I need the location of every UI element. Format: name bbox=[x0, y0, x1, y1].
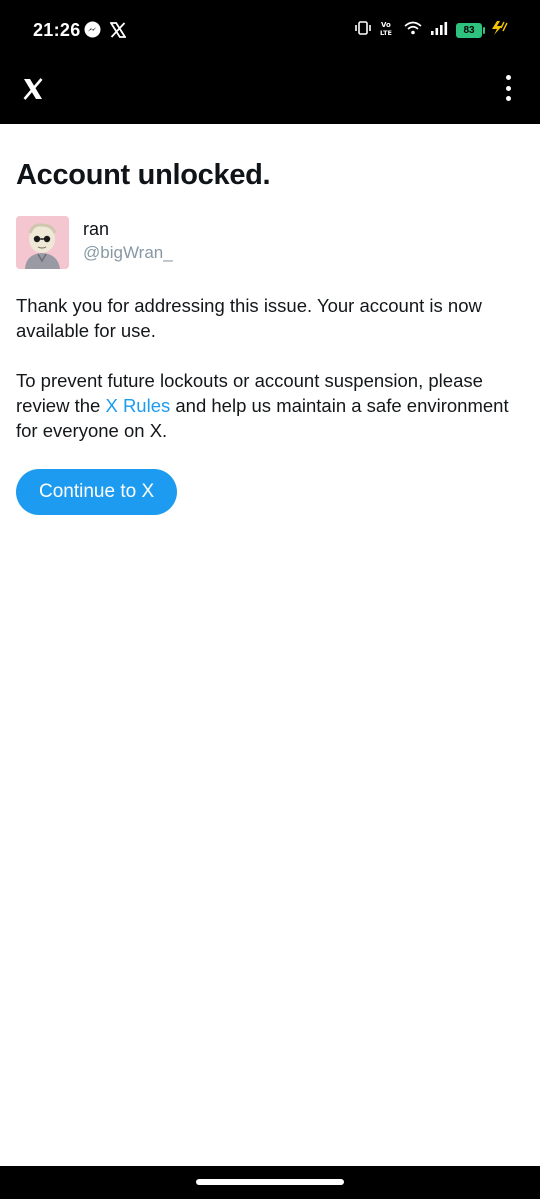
wifi-icon bbox=[404, 21, 422, 40]
messenger-icon bbox=[84, 21, 101, 43]
user-card: ran @bigWran_ bbox=[16, 216, 524, 269]
continue-button[interactable]: Continue to X bbox=[16, 469, 178, 515]
user-names: ran @bigWran_ bbox=[83, 216, 173, 264]
status-bar: 21:26 Vo LTE 83 bbox=[0, 0, 540, 62]
user-handle: @bigWran_ bbox=[83, 243, 173, 262]
battery-icon: 83 bbox=[456, 23, 485, 38]
status-right-icons: Vo LTE 83 bbox=[354, 20, 508, 41]
app-bar bbox=[0, 62, 540, 124]
more-options-icon[interactable] bbox=[498, 73, 518, 103]
rules-message: To prevent future lockouts or account su… bbox=[16, 368, 524, 443]
vibrate-icon bbox=[354, 21, 372, 40]
more-options-dot bbox=[505, 96, 511, 101]
page-title: Account unlocked. bbox=[16, 159, 271, 191]
navigation-bar bbox=[0, 1166, 540, 1199]
volte-icon: Vo LTE bbox=[380, 20, 396, 41]
x-icon bbox=[109, 21, 127, 43]
charging-icon bbox=[490, 20, 508, 41]
more-options-dot bbox=[505, 85, 511, 91]
display-name: ran bbox=[83, 219, 110, 239]
confirmation-message: Thank you for addressing this issue. You… bbox=[16, 295, 482, 341]
signal-icon bbox=[430, 21, 448, 40]
home-gesture-handle[interactable] bbox=[196, 1179, 344, 1185]
svg-text:Vo: Vo bbox=[381, 21, 391, 29]
status-left-icons bbox=[84, 21, 127, 43]
avatar bbox=[16, 216, 69, 269]
more-options-dot bbox=[505, 75, 511, 80]
x-logo-icon[interactable] bbox=[22, 78, 44, 100]
svg-text:LTE: LTE bbox=[380, 29, 392, 36]
status-time: 21:26 bbox=[33, 20, 81, 40]
x-rules-link[interactable]: X Rules bbox=[105, 395, 170, 416]
main-content: Account unlocked. ran @bigWran_ Thank yo… bbox=[16, 124, 524, 515]
